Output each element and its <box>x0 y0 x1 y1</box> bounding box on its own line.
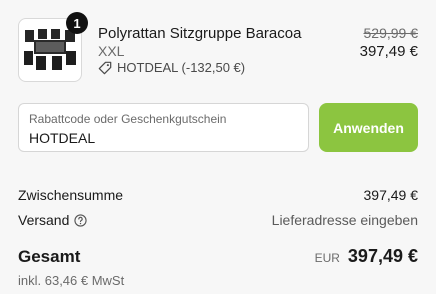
help-icon[interactable] <box>74 213 88 227</box>
coupon-input[interactable] <box>29 128 299 148</box>
original-price: 529,99 € <box>363 25 419 41</box>
shipping-value: Lieferadresse eingeben <box>271 212 418 228</box>
quantity-badge: 1 <box>66 12 88 34</box>
shipping-label: Versand <box>18 212 70 228</box>
subtotal-value: 397,49 € <box>363 187 419 203</box>
coupon-field[interactable]: Rabattcode oder Geschenkgutschein <box>18 103 309 152</box>
total-value: 397,49 € <box>347 246 418 266</box>
total-currency: EUR <box>314 251 340 265</box>
product-variant: XXL <box>98 43 125 59</box>
product-title: Polyrattan Sitzgruppe Baracoa <box>98 25 302 42</box>
discount-tag: HOTDEAL (-132,50 €) <box>98 60 245 75</box>
total-amount: EUR 397,49 € <box>315 246 418 267</box>
discount-text: HOTDEAL (-132,50 €) <box>117 60 246 75</box>
line-item-price: 397,49 € <box>359 43 418 60</box>
product-thumbnail: 1 <box>18 12 88 82</box>
subtotal-label: Zwischensumme <box>18 187 124 203</box>
line-item: 1 Polyrattan Sitzgruppe Baracoa XXL HOTD… <box>18 12 419 86</box>
apply-button[interactable]: Anwenden <box>319 103 418 152</box>
tax-note: inkl. 63,46 € MwSt <box>18 273 125 288</box>
shipping-label-group: Versand <box>18 212 88 228</box>
total-label: Gesamt <box>18 247 81 266</box>
tag-icon <box>98 61 112 74</box>
coupon-field-label: Rabattcode oder Geschenkgutschein <box>29 112 227 126</box>
